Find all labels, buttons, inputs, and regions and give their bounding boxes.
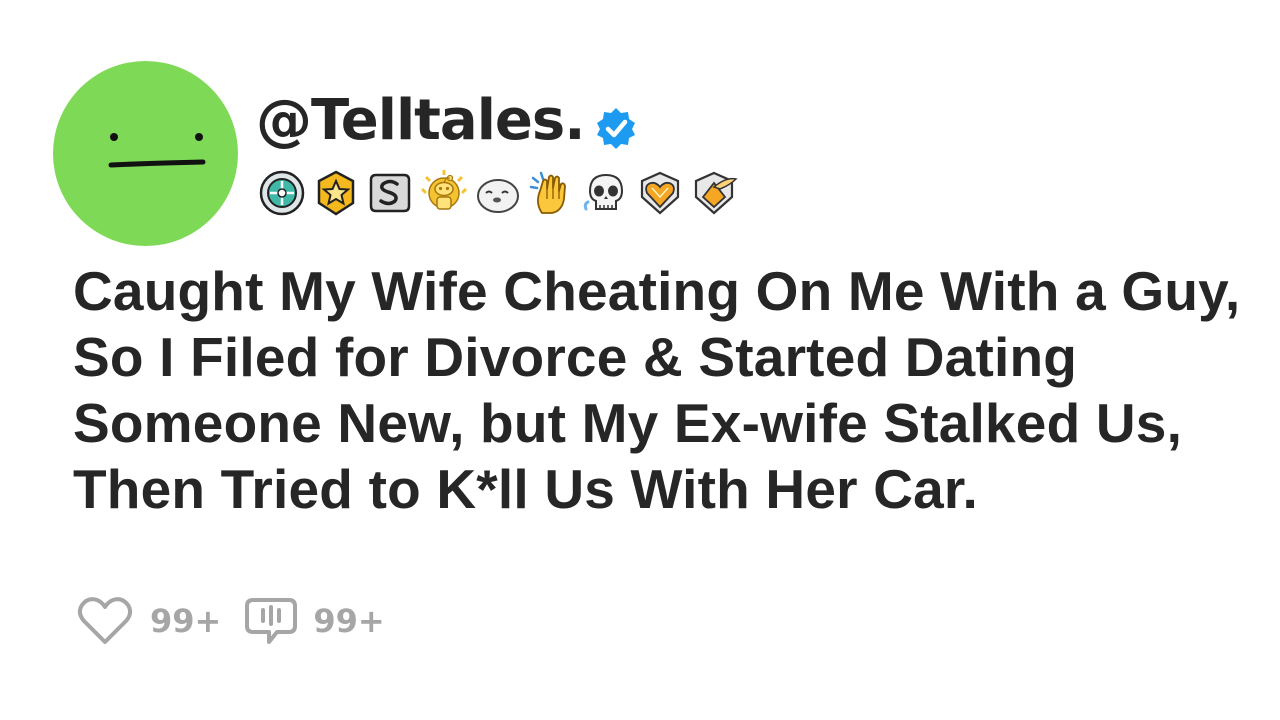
post-title[interactable]: Caught My Wife Cheating On Me With a Guy… (73, 258, 1253, 522)
like-count: 99+ (150, 602, 222, 640)
star-badge-icon[interactable] (312, 169, 360, 217)
compass-badge-icon[interactable] (258, 169, 306, 217)
engagement-bar: 99+ 99+ (76, 594, 385, 648)
author-handle[interactable]: @Telltales. (256, 93, 585, 149)
award-badges (258, 169, 738, 217)
author-row: @Telltales. (256, 86, 638, 156)
heart-icon[interactable] (76, 594, 134, 648)
gold-snoo-award-icon[interactable] (420, 169, 468, 217)
comment-count: 99+ (313, 602, 385, 640)
s-badge-icon[interactable] (366, 169, 414, 217)
verified-badge-icon (597, 108, 636, 149)
winged-gem-badge-icon[interactable] (690, 169, 738, 217)
heart-gem-badge-icon[interactable] (636, 169, 684, 217)
skull-icon[interactable] (582, 169, 630, 217)
seal-badge-icon[interactable] (474, 169, 522, 217)
clapping-hands-icon[interactable] (528, 169, 576, 217)
neutral-face-icon (108, 133, 206, 168)
avatar[interactable] (53, 61, 238, 246)
comment-icon[interactable] (243, 594, 301, 648)
